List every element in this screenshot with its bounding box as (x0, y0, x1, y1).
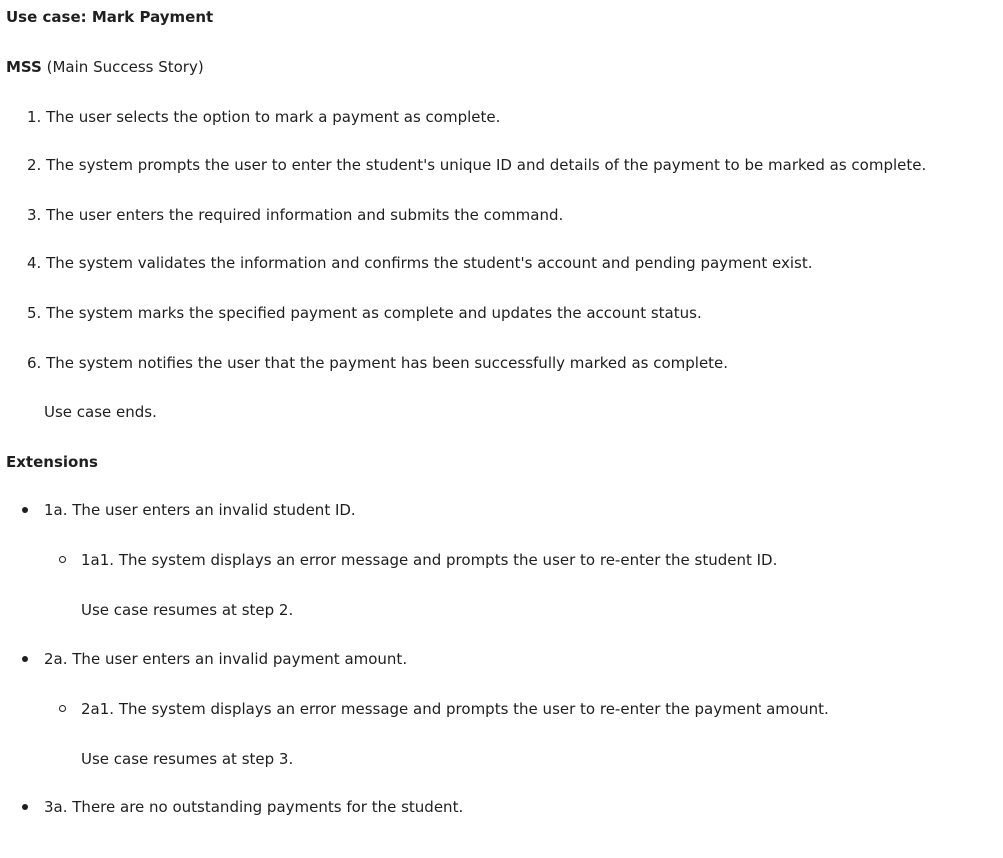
use-case-ends: Use case ends. (44, 403, 157, 421)
step-text: The system prompts the user to enter the… (46, 156, 927, 174)
bullet-disc-icon (22, 804, 28, 810)
bullet-circle-icon (59, 556, 66, 563)
page-title: Use case: Mark Payment (6, 8, 214, 26)
step-text: The system marks the specified payment a… (46, 304, 702, 322)
step-number: 6. (27, 354, 42, 372)
step-text: The user selects the option to mark a pa… (46, 108, 501, 126)
extension-resume: Use case resumes at step 2. (81, 601, 294, 619)
step-text: The system validates the information and… (46, 254, 813, 272)
bullet-circle-icon (59, 705, 66, 712)
mss-note: (Main Success Story) (46, 58, 204, 76)
step-text: The system notifies the user that the pa… (46, 354, 729, 372)
mss-heading: MSS (Main Success Story) (6, 58, 204, 76)
bullet-disc-icon (22, 656, 28, 662)
step-item: 2. The system prompts the user to enter … (27, 156, 926, 174)
extension-subitem: 1a1. The system displays an error messag… (81, 551, 778, 569)
step-item: 3. The user enters the required informat… (27, 206, 563, 224)
step-number: 5. (27, 304, 42, 322)
step-text: The user enters the required information… (46, 206, 564, 224)
mss-label: MSS (6, 58, 42, 76)
step-item: 5. The system marks the specified paymen… (27, 304, 702, 322)
step-number: 1. (27, 108, 42, 126)
extension-item: 3a. There are no outstanding payments fo… (44, 798, 464, 816)
extension-subitem: 2a1. The system displays an error messag… (81, 700, 829, 718)
extensions-heading: Extensions (6, 453, 98, 471)
extension-resume: Use case resumes at step 3. (81, 750, 294, 768)
step-item: 6. The system notifies the user that the… (27, 354, 728, 372)
step-number: 4. (27, 254, 42, 272)
step-item: 4. The system validates the information … (27, 254, 813, 272)
step-item: 1. The user selects the option to mark a… (27, 108, 500, 126)
extension-item: 1a. The user enters an invalid student I… (44, 501, 356, 519)
step-number: 3. (27, 206, 42, 224)
step-number: 2. (27, 156, 42, 174)
extension-item: 2a. The user enters an invalid payment a… (44, 650, 408, 668)
bullet-disc-icon (22, 507, 28, 513)
